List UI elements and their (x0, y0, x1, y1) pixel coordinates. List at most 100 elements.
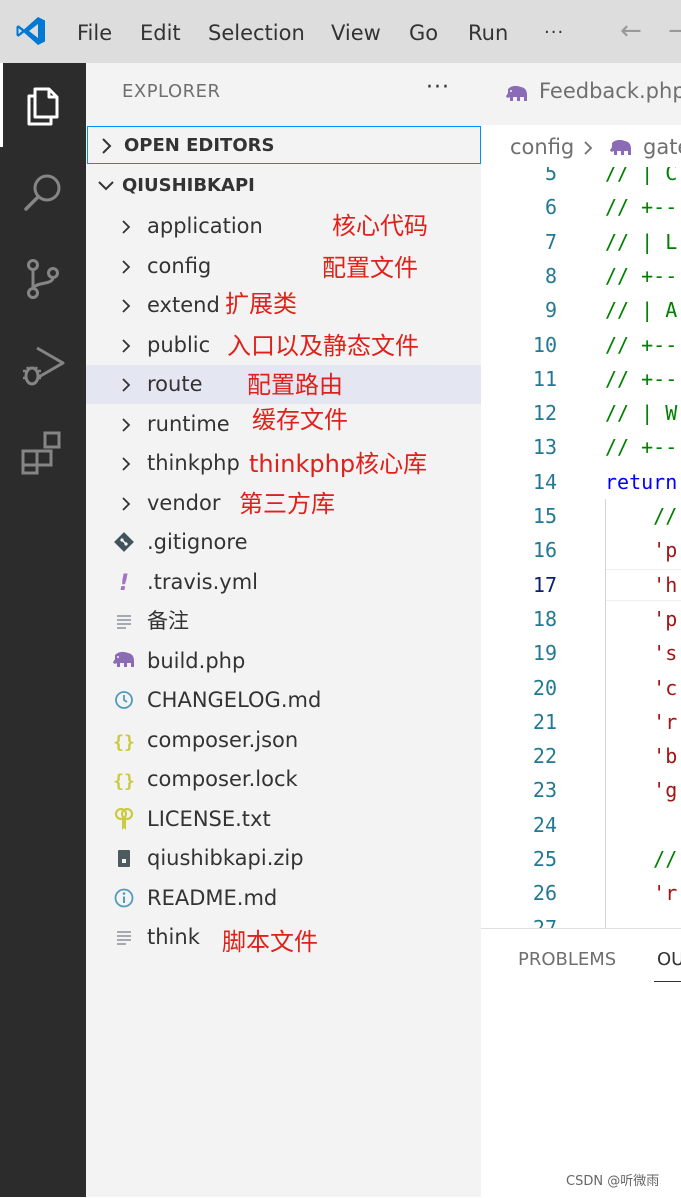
file-item[interactable]: build.php (86, 642, 481, 681)
code-line: 21 'r (481, 705, 681, 739)
explorer-activity-button[interactable] (0, 63, 86, 147)
tree-item-label: application (147, 214, 263, 238)
activity-bar (0, 63, 86, 1197)
file-item[interactable]: qiushibkapi.zip (86, 839, 481, 878)
source-control-icon (27, 259, 59, 299)
code-line: 20 'c (481, 671, 681, 705)
code-line: 15 // (481, 499, 681, 533)
explorer-sidebar: EXPLORER ··· OPEN EDITORS QIUSHIBKAPI ap… (86, 63, 481, 1197)
code-line: 13 // +-- (481, 430, 681, 464)
tab-problems[interactable]: PROBLEMS (518, 949, 616, 970)
menu-view[interactable]: View (331, 0, 381, 63)
tree-item-label: .travis.yml (147, 569, 259, 594)
breadcrumb-file[interactable]: gate (643, 135, 681, 159)
code-text: // +-- (605, 435, 678, 460)
chevron-right-icon (122, 259, 131, 274)
file-item[interactable]: {} composer.lock (86, 760, 481, 799)
file-item[interactable]: {} composer.json (86, 721, 481, 760)
bottom-panel: PROBLEMS OU (481, 928, 681, 1198)
folder-item[interactable]: config (86, 247, 481, 286)
extensions-activity-button[interactable] (0, 411, 86, 495)
line-number: 20 (532, 675, 557, 700)
line-number: 7 (544, 229, 557, 254)
code-text: // +-- (605, 195, 678, 220)
file-item[interactable]: LICENSE.txt (86, 800, 481, 839)
file-item[interactable]: README.md (86, 879, 481, 918)
active-tab-underline (654, 981, 681, 982)
code-text: return (605, 469, 678, 494)
line-number: 23 (532, 778, 557, 803)
code-text: // +-- (605, 366, 678, 391)
code-text: 'c (605, 675, 678, 700)
line-number: 26 (532, 881, 557, 906)
code-line: 8 // +-- (481, 259, 681, 293)
watermark: CSDN @听微雨 (566, 1174, 660, 1189)
run-debug-icon (23, 346, 65, 386)
source-control-activity-button[interactable] (0, 237, 86, 321)
tree-item-label: config (147, 253, 212, 278)
annotation-label: 核心代码 (332, 212, 428, 240)
php-elephant-icon (506, 85, 527, 101)
line-number: 27 (532, 915, 557, 928)
code-line: 12 // | W (481, 396, 681, 430)
code-line: 17 'h (481, 568, 681, 602)
annotation-label: 配置文件 (322, 254, 418, 282)
line-number: 17 (532, 572, 557, 597)
chevron-right-icon (122, 299, 131, 313)
project-section[interactable]: QIUSHIBKAPI (86, 167, 481, 205)
file-item[interactable]: .gitignore (86, 523, 481, 562)
menu-more[interactable]: ··· (544, 0, 564, 63)
file-item[interactable]: ! .travis.yml (86, 563, 481, 602)
tree-item-label: build.php (147, 648, 246, 673)
code-line: 16 'p (481, 533, 681, 567)
menu-edit[interactable]: Edit (140, 0, 181, 63)
line-number: 5 (544, 167, 557, 185)
tree-item-label: think (147, 925, 200, 949)
line-number: 18 (532, 606, 557, 631)
file-item[interactable]: CHANGELOG.md (86, 681, 481, 720)
breadcrumb-folder[interactable]: config (510, 135, 574, 159)
menu-go[interactable]: Go (409, 0, 438, 63)
line-number: 24 (532, 812, 557, 837)
search-activity-button[interactable] (0, 150, 86, 234)
tree-item-label: 备注 (147, 609, 189, 633)
vscode-logo-icon (16, 17, 45, 45)
open-editors-section[interactable]: OPEN EDITORS (87, 126, 481, 164)
line-number: 13 (532, 435, 557, 460)
code-line: 23 'g (481, 773, 681, 807)
explorer-more-button[interactable]: ··· (426, 75, 450, 100)
chevron-right-icon (102, 138, 112, 154)
active-indicator (0, 63, 3, 147)
line-number: 9 (544, 298, 557, 323)
file-item[interactable]: 备注 (86, 602, 481, 641)
code-text: 's (605, 641, 678, 666)
code-text: 'r (605, 709, 678, 734)
code-text: // | L (605, 229, 678, 254)
menu-file[interactable]: File (77, 0, 112, 63)
back-arrow-icon[interactable]: ← (620, 14, 642, 48)
changelog-icon (112, 689, 136, 713)
menu-run[interactable]: Run (468, 0, 508, 63)
chevron-right-icon (122, 378, 131, 392)
annotation-label: thinkphp核心库 (249, 450, 428, 478)
code-text: // +-- (605, 332, 678, 357)
line-number: 21 (532, 709, 557, 734)
indent-guide (605, 499, 606, 928)
editor-tabs: Feedback.php (481, 63, 681, 125)
code-line: 11 // +-- (481, 362, 681, 396)
php-elephant-icon (610, 139, 631, 155)
code-text: // (605, 847, 678, 871)
menu-selection[interactable]: Selection (208, 0, 305, 63)
code-line: 18 'p (481, 602, 681, 636)
tab-output[interactable]: OU (657, 949, 681, 970)
code-editor[interactable]: 5 // | C 6 // +-- 7 // | L 8 // +-- 9 // | A 10 // … (481, 167, 681, 928)
forward-arrow-icon[interactable]: → (668, 14, 681, 48)
run-debug-activity-button[interactable] (0, 324, 86, 408)
tree-item-label: runtime (147, 411, 230, 436)
annotation-label: 入口以及静态文件 (227, 332, 419, 360)
line-number: 19 (532, 641, 557, 666)
tree-item-label: README.md (147, 885, 278, 910)
code-text: // +-- (605, 263, 678, 288)
editor-tab[interactable]: Feedback.php (481, 63, 681, 125)
tree-item-label: public (147, 332, 211, 357)
